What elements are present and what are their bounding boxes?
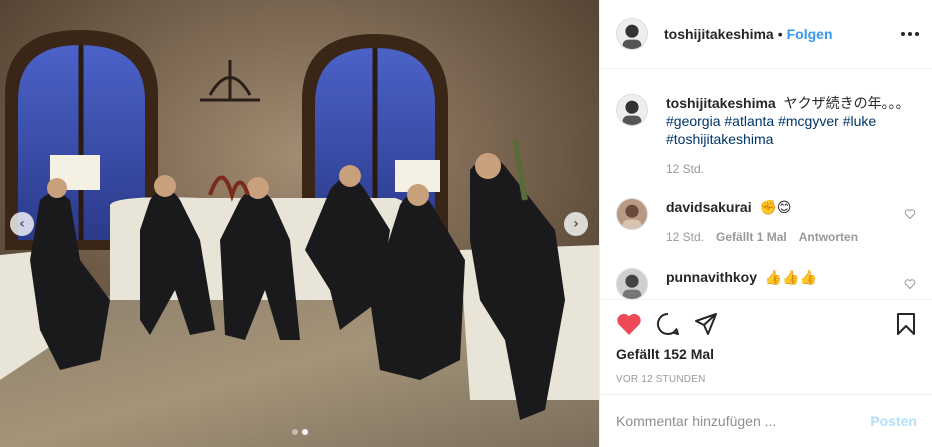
caption-username[interactable]: toshijitakeshima: [666, 95, 776, 111]
hashtag-link[interactable]: #atlanta: [724, 113, 774, 129]
post-header: toshijitakeshima • Folgen: [600, 0, 932, 69]
post-timestamp: VOR 12 STUNDEN: [616, 374, 706, 385]
post-comment-button[interactable]: Posten: [870, 413, 917, 429]
heart-outline-icon[interactable]: [904, 208, 916, 220]
heart-outline-icon[interactable]: [904, 278, 916, 290]
caption: toshijitakeshima ヤクザ続きの年。。。 #georgia #at…: [616, 94, 916, 178]
comment-text: 👍👍👍: [764, 269, 818, 285]
likes-count[interactable]: Gefällt 152 Mal: [616, 346, 917, 362]
action-icons: [616, 300, 917, 348]
comment-avatar[interactable]: [616, 268, 648, 299]
follow-button[interactable]: Folgen: [787, 26, 833, 42]
hashtag-link[interactable]: #georgia: [666, 113, 721, 129]
header-username[interactable]: toshijitakeshima: [664, 26, 774, 42]
comment-icon[interactable]: [656, 312, 680, 336]
comment-time: 12 Std.: [666, 230, 705, 244]
comment-item: punnavithkoy 👍👍👍: [616, 268, 916, 299]
post-side-panel: toshijitakeshima • Folgen toshijitakeshi…: [599, 0, 932, 447]
hashtag-link[interactable]: #luke: [843, 113, 876, 129]
chevron-right-icon: ›: [573, 216, 579, 232]
comment-text: ✊😊: [759, 199, 792, 215]
post-media[interactable]: ‹ ›: [0, 0, 599, 447]
caption-text: ヤクザ続きの年。。。: [783, 95, 910, 111]
post-photo: [0, 0, 599, 447]
carousel-dot-active: [301, 429, 308, 435]
instagram-post: ‹ › toshijitakeshima • Folgen toshijitak…: [0, 0, 932, 447]
post-actions: Gefällt 152 Mal VOR 12 STUNDEN: [600, 299, 932, 385]
avatar[interactable]: [616, 18, 648, 50]
more-options-icon[interactable]: [901, 24, 919, 44]
chevron-left-icon: ‹: [19, 216, 25, 232]
caption-time: 12 Std.: [666, 162, 705, 176]
add-comment-bar: Posten: [600, 394, 932, 447]
share-icon[interactable]: [694, 312, 718, 336]
header-separator: •: [777, 26, 783, 42]
reply-button[interactable]: Antworten: [799, 228, 858, 246]
bookmark-icon[interactable]: [895, 312, 917, 336]
carousel-next-button[interactable]: ›: [564, 212, 588, 236]
comments-section[interactable]: toshijitakeshima ヤクザ続きの年。。。 #georgia #at…: [600, 70, 932, 299]
comment-avatar[interactable]: [616, 198, 648, 230]
carousel-indicator: [0, 429, 599, 435]
comment-input[interactable]: [616, 413, 871, 429]
hashtag-link[interactable]: #toshijitakeshima: [666, 131, 773, 147]
carousel-prev-button[interactable]: ‹: [10, 212, 34, 236]
comment-likes[interactable]: Gefällt 1 Mal: [716, 228, 787, 246]
caption-avatar[interactable]: [616, 94, 648, 126]
hashtag-link[interactable]: #mcgyver: [778, 113, 839, 129]
comment-item: davidsakurai ✊😊 12 Std. Gefällt 1 Mal An…: [616, 198, 916, 246]
comment-username[interactable]: punnavithkoy: [666, 269, 757, 285]
comment-username[interactable]: davidsakurai: [666, 199, 752, 215]
carousel-dot: [291, 429, 298, 435]
heart-filled-icon[interactable]: [616, 312, 642, 336]
